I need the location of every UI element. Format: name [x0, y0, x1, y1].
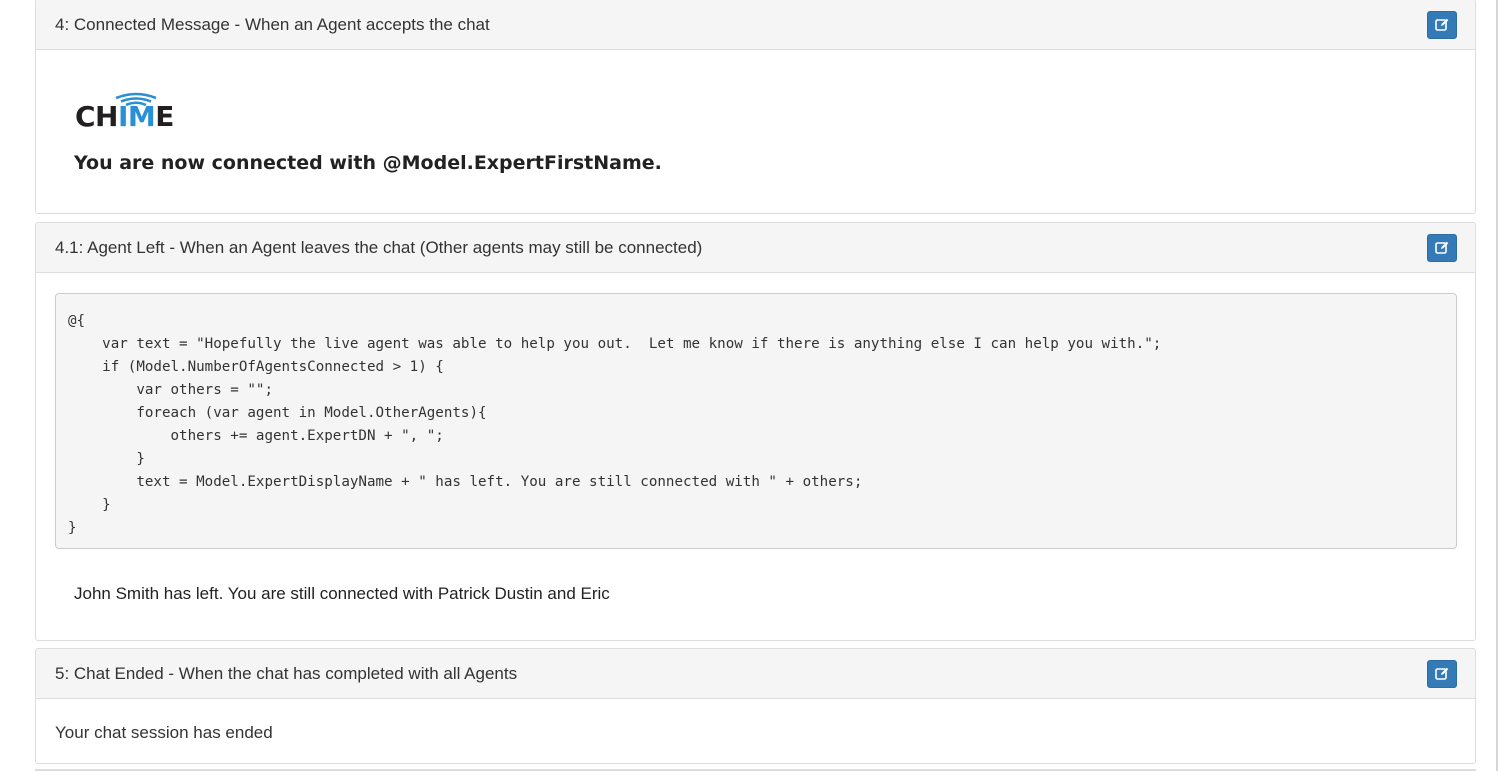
panel-connected-message: 4: Connected Message - When an Agent acc… [35, 0, 1476, 214]
edit-button-connected-message[interactable] [1427, 11, 1457, 39]
scrollbar-track[interactable] [1496, 0, 1498, 771]
panel-agent-left: 4.1: Agent Left - When an Agent leaves t… [35, 222, 1476, 641]
logo-text: CHIME [75, 100, 174, 134]
logo-text-part-blue: IM [117, 100, 156, 133]
edit-button-chat-ended[interactable] [1427, 660, 1457, 688]
panel-heading: 4: Connected Message - When an Agent acc… [36, 0, 1475, 50]
logo-text-part: CH [75, 100, 118, 133]
edit-button-agent-left[interactable] [1427, 234, 1457, 262]
panel-heading: 5: Chat Ended - When the chat has comple… [36, 649, 1475, 699]
page: 4: Connected Message - When an Agent acc… [0, 0, 1510, 771]
edit-icon [1435, 18, 1449, 31]
connected-message-preview: You are now connected with @Model.Expert… [74, 152, 662, 174]
panel-title: 4: Connected Message - When an Agent acc… [55, 15, 490, 34]
edit-icon [1435, 241, 1449, 254]
edit-icon [1435, 667, 1449, 680]
code-block: @{ var text = "Hopefully the live agent … [55, 293, 1457, 549]
panel-title: 5: Chat Ended - When the chat has comple… [55, 664, 518, 683]
chat-ended-message-preview: Your chat session has ended [55, 723, 273, 742]
panel-chat-ended: 5: Chat Ended - When the chat has comple… [35, 648, 1476, 764]
panel-title: 4.1: Agent Left - When an Agent leaves t… [55, 238, 703, 257]
logo-text-part: E [155, 100, 174, 133]
panel-heading: 4.1: Agent Left - When an Agent leaves t… [36, 223, 1475, 273]
agent-left-preview: John Smith has left. You are still conne… [74, 584, 610, 603]
chime-logo: CHIME [75, 92, 175, 136]
